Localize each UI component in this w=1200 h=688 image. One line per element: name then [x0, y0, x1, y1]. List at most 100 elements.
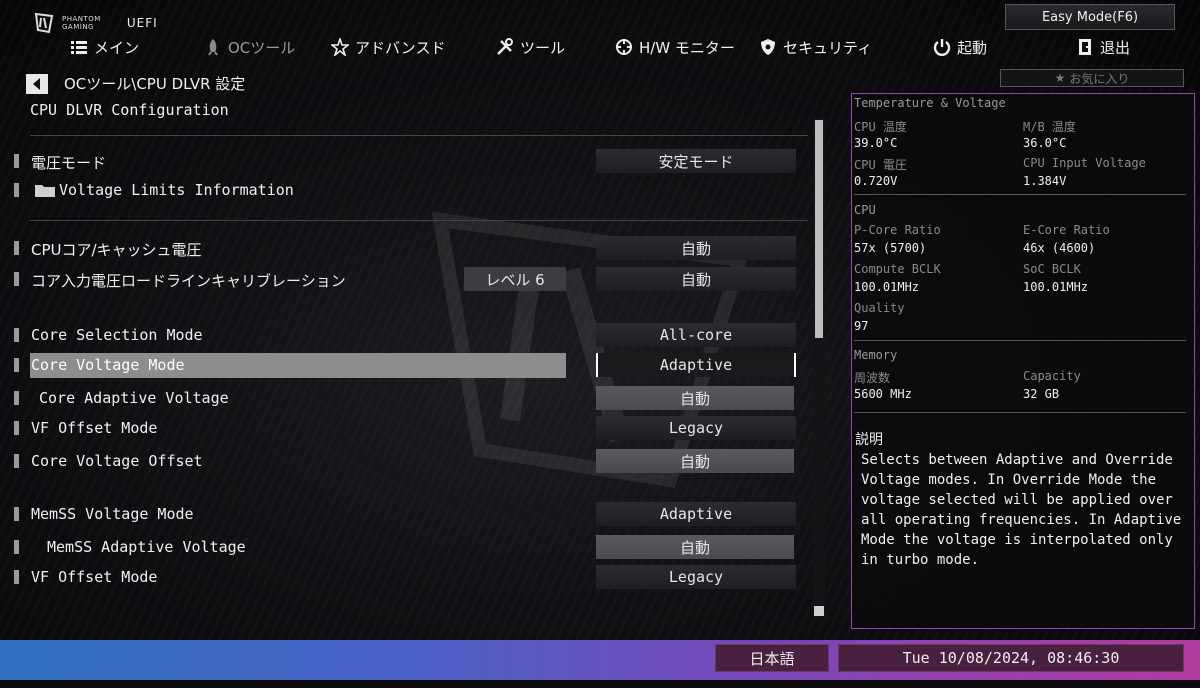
- tab-advanced-label: アドバンスド: [355, 38, 446, 57]
- ecore-ratio-value: 46x (4600): [1023, 241, 1096, 255]
- setting-label: Core Voltage Offset: [31, 452, 203, 470]
- setting-label: CPUコア/キャッシュ電圧: [31, 241, 202, 259]
- mem-frequency-value: 5600 MHz: [854, 387, 912, 401]
- cpu-voltage-value: 0.720V: [854, 174, 898, 188]
- tab-oc-tweaker[interactable]: OCツール: [204, 32, 295, 62]
- setting-value[interactable]: 自動: [596, 236, 796, 260]
- mem-frequency-label: 周波数: [854, 371, 891, 385]
- tab-oc-tweaker-label: OCツール: [228, 38, 296, 57]
- row-marker: [14, 421, 19, 435]
- soc-bclk-value: 100.01MHz: [1023, 280, 1089, 294]
- tab-boot[interactable]: 起動: [933, 32, 987, 62]
- info-panel: Temperature & Voltage CPU 温度 39.0°C M/B …: [851, 93, 1195, 629]
- uefi-label: UEFI: [126, 16, 158, 30]
- setting-row-vf-offset-mode[interactable]: VF Offset Mode Legacy: [0, 416, 810, 442]
- setting-row-cpu-core-cache-voltage[interactable]: CPUコア/キャッシュ電圧 自動: [0, 236, 810, 262]
- setting-row-vf-offset-mode-2[interactable]: VF Offset Mode Legacy: [0, 565, 810, 591]
- mb-temp-value: 36.0°C: [1023, 136, 1067, 150]
- setting-value[interactable]: 自動: [596, 449, 794, 473]
- row-marker: [14, 241, 19, 255]
- description-title: 説明: [855, 432, 883, 448]
- tab-security-label: セキュリティ: [783, 38, 873, 57]
- setting-value[interactable]: 自動: [596, 267, 796, 291]
- rocket-icon: [208, 39, 218, 56]
- tab-security[interactable]: セキュリティ: [759, 32, 872, 62]
- setting-row-core-selection-mode[interactable]: Core Selection Mode All-core: [0, 323, 810, 349]
- setting-label: Core Voltage Mode: [31, 356, 185, 374]
- row-marker: [14, 570, 19, 584]
- page-title: CPU DLVR Configuration: [30, 101, 229, 119]
- quality-label: Quality: [854, 301, 905, 315]
- setting-label: VF Offset Mode: [31, 419, 158, 437]
- scroll-thumb[interactable]: [815, 120, 823, 338]
- scrollbar[interactable]: [813, 118, 825, 616]
- language-button[interactable]: 日本語: [715, 644, 829, 672]
- row-marker: [14, 507, 19, 521]
- panel-header-cpu: CPU: [854, 203, 876, 217]
- scroll-down-arrow-icon[interactable]: [814, 606, 824, 616]
- row-marker: [14, 328, 19, 342]
- easy-mode-button[interactable]: Easy Mode(F6): [1005, 4, 1175, 30]
- setting-label: Core Adaptive Voltage: [39, 389, 229, 407]
- setting-row-voltage-limits[interactable]: Voltage Limits Information: [0, 178, 810, 204]
- tab-advanced[interactable]: アドバンスド: [331, 32, 445, 62]
- setting-value[interactable]: 自動: [596, 535, 794, 559]
- cpu-temp-label: CPU 温度: [854, 120, 907, 134]
- setting-row-llc[interactable]: コア入力電圧ロードラインキャリブレーション レベル 6 自動: [0, 267, 810, 293]
- submenu-label: Voltage Limits Information: [35, 181, 294, 199]
- setting-value[interactable]: Legacy: [596, 565, 796, 589]
- favorite-button[interactable]: ★ お気に入り: [1000, 69, 1184, 87]
- tab-exit-label: 退出: [1100, 38, 1131, 57]
- tab-main[interactable]: メイン: [70, 32, 139, 62]
- setting-label: 電圧モード: [31, 154, 107, 172]
- cpu-voltage-label: CPU 電圧: [854, 158, 907, 172]
- breadcrumb: OCツール\CPU DLVR 設定: [64, 75, 246, 93]
- star-icon: ★: [1054, 71, 1066, 85]
- main-nav: メイン OCツール アドバンスド ツール H/W モニター セキュリティ 起動 …: [0, 32, 1200, 62]
- cpu-temp-value: 39.0°C: [854, 136, 898, 150]
- panel-header-temp-voltage: Temperature & Voltage: [854, 96, 1006, 110]
- panel-divider: [854, 194, 1186, 195]
- brand-logo: PHANTOM GAMING UEFI: [34, 12, 158, 34]
- tab-tool[interactable]: ツール: [496, 32, 565, 62]
- setting-row-memss-voltage-mode[interactable]: MemSS Voltage Mode Adaptive: [0, 502, 810, 528]
- setting-label: Core Selection Mode: [31, 326, 203, 344]
- setting-row-core-adaptive-voltage[interactable]: Core Adaptive Voltage 自動: [0, 386, 810, 412]
- setting-value[interactable]: Adaptive: [596, 353, 796, 377]
- exit-icon: [1079, 39, 1091, 55]
- tab-hw-monitor[interactable]: H/W モニター: [615, 32, 735, 62]
- setting-value[interactable]: 自動: [596, 386, 794, 410]
- ecore-ratio-label: E-Core Ratio: [1023, 223, 1110, 237]
- mem-capacity-label: Capacity: [1023, 369, 1081, 383]
- phantom-gaming-logo-icon: [34, 12, 54, 34]
- divider: [30, 135, 808, 136]
- tab-exit[interactable]: 退出: [1076, 32, 1130, 62]
- setting-row-memss-adaptive-voltage[interactable]: MemSS Adaptive Voltage 自動: [0, 535, 810, 561]
- crosshair-icon: [616, 39, 632, 55]
- setting-label: MemSS Adaptive Voltage: [47, 538, 246, 556]
- datetime-display: Tue 10/08/2024, 08:46:30: [838, 644, 1184, 672]
- row-marker: [14, 183, 19, 197]
- level-badge: レベル 6: [464, 267, 566, 291]
- setting-row-core-voltage-mode[interactable]: Core Voltage Mode Adaptive: [0, 353, 810, 379]
- brand-text: PHANTOM GAMING: [62, 15, 101, 31]
- setting-row-voltage-mode[interactable]: 電圧モード 安定モード: [0, 149, 810, 175]
- setting-label: MemSS Voltage Mode: [31, 505, 194, 523]
- setting-value[interactable]: 安定モード: [596, 149, 796, 173]
- setting-row-core-voltage-offset[interactable]: Core Voltage Offset 自動: [0, 449, 810, 475]
- row-marker: [14, 358, 19, 372]
- bottom-edge: [0, 680, 1200, 688]
- setting-value[interactable]: Legacy: [596, 416, 796, 440]
- power-icon: [933, 39, 951, 56]
- setting-label: VF Offset Mode: [31, 568, 158, 586]
- row-marker: [14, 391, 19, 405]
- folder-icon: [35, 185, 55, 197]
- compute-bclk-value: 100.01MHz: [854, 280, 920, 294]
- setting-value[interactable]: Adaptive: [596, 502, 796, 526]
- pcore-ratio-value: 57x (5700): [854, 241, 927, 255]
- setting-value[interactable]: All-core: [596, 323, 796, 347]
- setting-label: コア入力電圧ロードラインキャリブレーション: [31, 272, 346, 290]
- back-button[interactable]: [26, 74, 48, 94]
- panel-divider: [854, 412, 1186, 413]
- tab-main-label: メイン: [94, 38, 140, 57]
